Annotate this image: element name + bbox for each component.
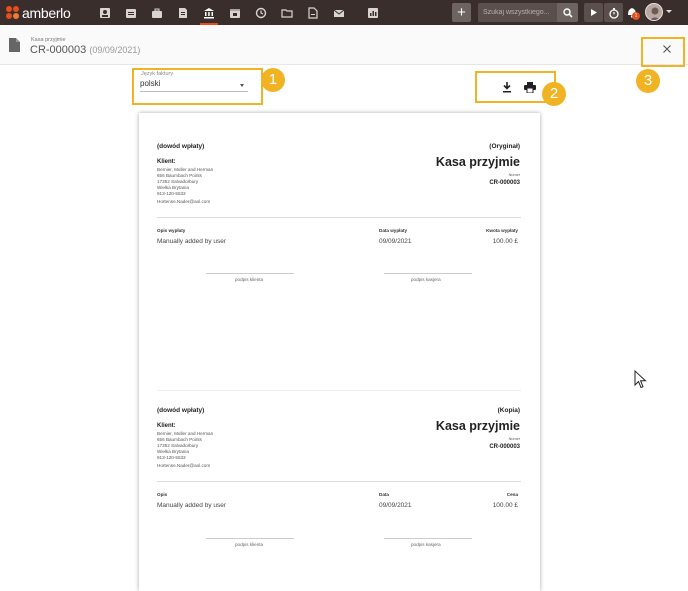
column-header: Cena <box>506 492 518 497</box>
receipt-number-label: Numer <box>508 437 520 441</box>
receipt-title: Kasa przyjmie <box>435 155 520 169</box>
client-line: Bernier, Muller and Herman <box>157 167 214 172</box>
signature-line <box>206 538 294 539</box>
play-icon <box>591 9 597 16</box>
date-value: 09/09/2021 <box>379 238 412 245</box>
signature-line <box>384 538 472 539</box>
matters-icon[interactable] <box>118 0 144 25</box>
amberlo-logo[interactable]: amberlo <box>6 4 71 21</box>
client-line: Bernier, Muller and Herman <box>157 431 214 436</box>
stopwatch-icon <box>608 7 619 19</box>
files-icon[interactable] <box>300 0 326 25</box>
client-line: 656 Baumbach Points <box>157 437 202 442</box>
column-header: Kwota wypłaty <box>486 228 518 233</box>
receipt-number: CR-000003 <box>489 180 520 186</box>
client-line: Hortense.Nader@aol.com <box>157 199 211 204</box>
notification-badge: 1 <box>632 12 640 20</box>
signature-line <box>206 273 294 274</box>
signature-label-cashier: podpis kasjera <box>411 542 441 547</box>
contacts-icon[interactable] <box>92 0 118 25</box>
user-photo-icon <box>649 7 661 20</box>
client-line: Wielka Brytania <box>157 185 189 190</box>
client-line: 17352 Salvadorbury <box>157 443 199 448</box>
receipt-title: Kasa przyjmie <box>435 419 520 433</box>
client-line: 913-120-5533 <box>157 191 186 196</box>
description-value: Manually added by user <box>157 502 227 509</box>
calendar-icon[interactable] <box>222 0 248 25</box>
page-title: CR-000003 (09/09/2021) <box>30 44 140 56</box>
receipt-kind: (dowód wpłaty) <box>157 143 205 150</box>
folder-icon[interactable] <box>274 0 300 25</box>
time-icon[interactable] <box>248 0 274 25</box>
column-header: Data wypłaty <box>379 228 408 233</box>
timer-button[interactable] <box>604 3 623 22</box>
start-timer-button[interactable] <box>584 3 603 22</box>
client-line: 17352 Salvadorbury <box>157 179 199 184</box>
document-header: Kasa przyjmie CR-000003 (09/09/2021) <box>0 25 688 65</box>
logo-mark-icon <box>6 6 19 19</box>
notifications-button[interactable]: 1 <box>626 5 640 21</box>
callout-number-1: 1 <box>261 68 285 92</box>
user-avatar[interactable] <box>645 3 663 21</box>
receipt-number: CR-000003 <box>489 444 520 450</box>
receipt-kind: (dowód wpłaty) <box>157 407 205 414</box>
briefcase-icon[interactable] <box>144 0 170 25</box>
logo-text: amberlo <box>22 4 71 21</box>
client-line: Hortense.Nader@aol.com <box>157 463 211 468</box>
receipt-preview-page: (dowód wpłaty) (Oryginał) Kasa przyjmie … <box>139 113 540 591</box>
search-icon <box>562 7 573 18</box>
receipt-copy-label: (Oryginał) <box>489 143 520 150</box>
signature-label-client: podpis klienta <box>235 542 264 547</box>
client-label: Klient: <box>157 159 176 165</box>
date-value: 09/09/2021 <box>379 502 412 509</box>
amount-value: 100.00 £ <box>492 238 518 245</box>
mouse-cursor-icon <box>634 370 647 389</box>
callout-number-2: 2 <box>542 82 566 106</box>
document-type-label: Kasa przyjmie <box>31 37 66 43</box>
receipt-copy-label: (Kopia) <box>497 407 520 414</box>
receipt-number-label: Numer <box>508 173 520 177</box>
callout-highlight-language <box>132 68 263 105</box>
finance-icon[interactable] <box>196 0 222 25</box>
client-line: Wielka Brytania <box>157 449 189 454</box>
callout-highlight-close <box>641 37 685 67</box>
search-input[interactable] <box>478 3 556 22</box>
divider <box>157 217 521 218</box>
document-icon <box>9 38 20 52</box>
signature-label-client: podpis klienta <box>235 277 264 282</box>
callout-number-3: 3 <box>636 69 660 93</box>
divider <box>157 481 521 482</box>
description-value: Manually added by user <box>157 238 227 245</box>
top-navigation-bar: amberlo + Szukaj wszystkiego... 1 <box>0 0 688 25</box>
mail-icon[interactable] <box>326 0 352 25</box>
client-line: 913-120-5533 <box>157 455 186 460</box>
add-new-button[interactable]: + <box>452 3 471 22</box>
receipt-separator <box>157 390 521 391</box>
reports-icon[interactable] <box>360 0 386 25</box>
column-header: Data <box>379 492 389 497</box>
client-line: 656 Baumbach Points <box>157 173 202 178</box>
column-header: Opis <box>157 492 168 497</box>
signature-label-cashier: podpis kasjera <box>411 277 441 282</box>
global-search <box>478 3 578 22</box>
document-date: (09/09/2021) <box>89 45 141 55</box>
user-menu-chevron-icon[interactable] <box>666 10 672 13</box>
amount-value: 100.00 £ <box>492 502 518 509</box>
documents-icon[interactable] <box>170 0 196 25</box>
main-nav <box>92 0 386 25</box>
document-number: CR-000003 <box>30 44 87 56</box>
client-label: Klient: <box>157 423 176 429</box>
search-button[interactable] <box>557 3 578 22</box>
column-header: Opis wypłaty <box>157 228 186 233</box>
signature-line <box>384 273 472 274</box>
